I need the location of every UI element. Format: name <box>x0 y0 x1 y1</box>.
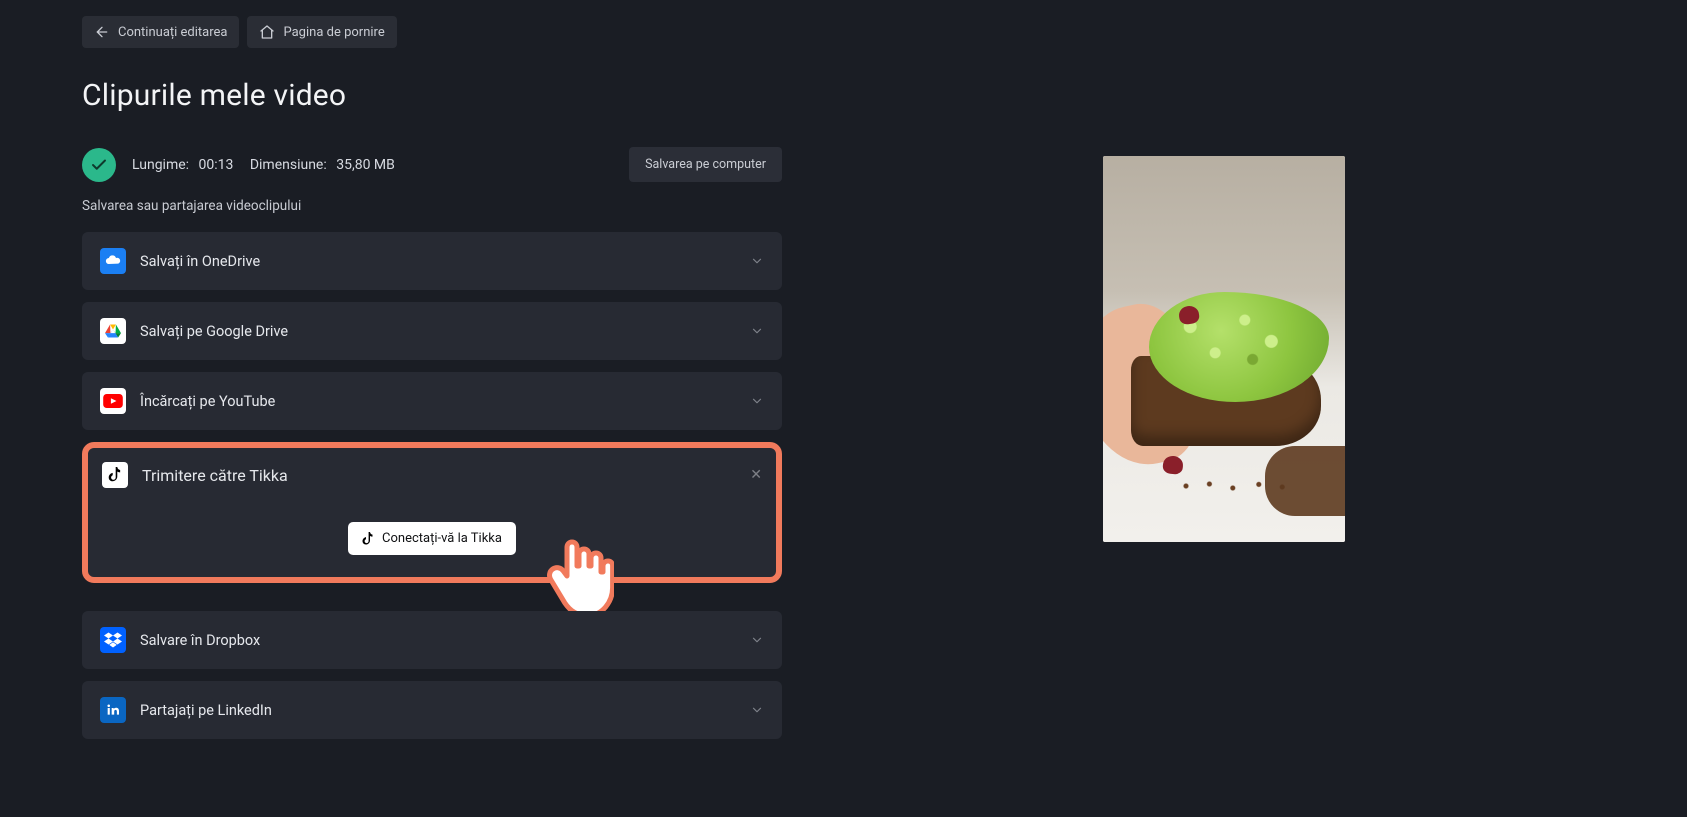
chevron-down-icon <box>750 394 764 408</box>
size-label: Dimensiune: <box>250 157 327 173</box>
onedrive-icon <box>100 248 126 274</box>
page-title: Clipurile mele video <box>82 78 782 113</box>
export-details-row: Lungime: 00:13 Dimensiune: 35,80 MB Salv… <box>82 147 782 182</box>
share-subheading: Salvarea sau partajarea videoclipului <box>82 198 782 214</box>
upload-youtube-label: Încărcați pe YouTube <box>140 393 275 410</box>
youtube-icon <box>100 388 126 414</box>
chevron-down-icon <box>750 324 764 338</box>
save-dropbox-option[interactable]: Salvare în Dropbox <box>82 611 782 669</box>
home-icon <box>259 24 275 40</box>
share-linkedin-label: Partajați pe LinkedIn <box>140 702 272 719</box>
home-label: Pagina de pornire <box>283 25 384 40</box>
upload-youtube-option[interactable]: Încărcați pe YouTube <box>82 372 782 430</box>
home-button[interactable]: Pagina de pornire <box>247 16 396 48</box>
tiktok-icon <box>362 532 374 546</box>
send-tiktok-label: Trimitere către Tikka <box>142 466 288 485</box>
connect-tiktok-label: Conectați-vă la Tikka <box>382 531 502 546</box>
send-tiktok-card: Trimitere către Tikka ✕ Conectați-vă la … <box>82 442 782 583</box>
send-tiktok-header[interactable]: Trimitere către Tikka ✕ <box>102 462 762 488</box>
arrow-left-icon <box>94 24 110 40</box>
export-details-text: Lungime: 00:13 Dimensiune: 35,80 MB <box>132 157 401 173</box>
length-value: 00:13 <box>199 157 234 173</box>
share-linkedin-option[interactable]: Partajați pe LinkedIn <box>82 681 782 739</box>
connect-tiktok-button[interactable]: Conectați-vă la Tikka <box>348 522 516 555</box>
chevron-down-icon <box>750 703 764 717</box>
length-label: Lungime: <box>132 157 189 173</box>
tiktok-icon <box>102 462 128 488</box>
chevron-down-icon <box>750 633 764 647</box>
right-panel <box>842 78 1605 751</box>
google-drive-icon <box>100 318 126 344</box>
video-preview-thumbnail[interactable] <box>1103 156 1345 542</box>
continue-editing-button[interactable]: Continuați editarea <box>82 16 239 48</box>
linkedin-icon <box>100 697 126 723</box>
continue-editing-label: Continuați editarea <box>118 25 227 40</box>
size-value: 35,80 MB <box>336 157 395 173</box>
dropbox-icon <box>100 627 126 653</box>
chevron-down-icon <box>750 254 764 268</box>
left-panel: Clipurile mele video Lungime: 00:13 Dime… <box>82 78 782 751</box>
save-onedrive-option[interactable]: Salvați în OneDrive <box>82 232 782 290</box>
save-google-drive-option[interactable]: Salvați pe Google Drive <box>82 302 782 360</box>
save-to-computer-button[interactable]: Salvarea pe computer <box>629 147 782 182</box>
close-icon[interactable]: ✕ <box>750 467 762 483</box>
success-badge <box>82 148 116 182</box>
save-google-drive-label: Salvați pe Google Drive <box>140 323 288 340</box>
top-bar: Continuați editarea Pagina de pornire <box>0 0 1687 48</box>
save-onedrive-label: Salvați în OneDrive <box>140 253 260 270</box>
save-dropbox-label: Salvare în Dropbox <box>140 632 260 649</box>
check-icon <box>90 156 108 174</box>
